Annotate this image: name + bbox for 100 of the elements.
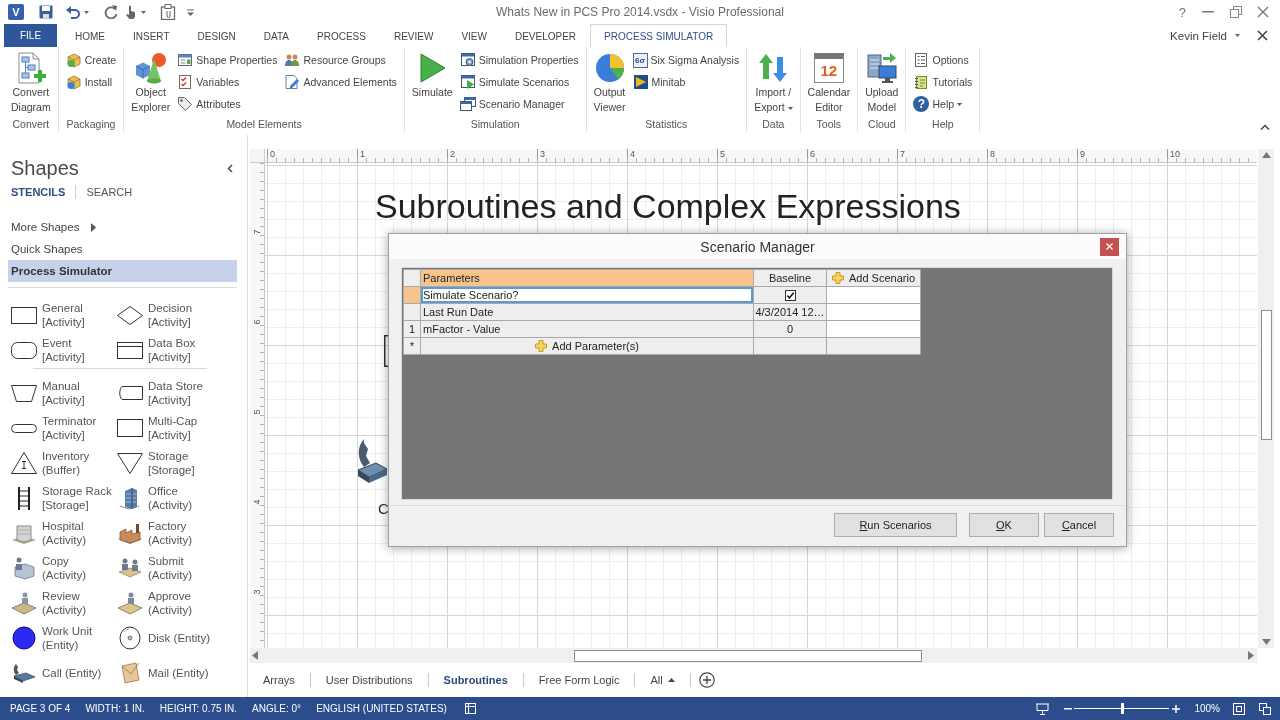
ribbon-tab[interactable]: DEVELOPER: [500, 24, 591, 48]
table-cell[interactable]: 0: [754, 321, 826, 337]
checkbox[interactable]: [784, 289, 796, 301]
switch-windows-icon[interactable]: [1259, 702, 1271, 715]
circle-icon[interactable]: [10, 625, 38, 650]
ribbon-button[interactable]: Simulation Properties: [458, 49, 580, 71]
chevron-left-icon[interactable]: [227, 163, 233, 173]
collapse-ribbon-icon[interactable]: [1260, 124, 1270, 130]
app-logo[interactable]: V: [8, 4, 24, 20]
table-cell[interactable]: mFactor - Value: [421, 321, 753, 337]
shape-label[interactable]: Office (Activity): [148, 483, 193, 512]
dialog-button[interactable]: OK: [969, 513, 1039, 537]
ribbon-button[interactable]: Simulate Scenarios: [458, 71, 580, 93]
fit-page-icon[interactable]: [1233, 702, 1245, 715]
ribbon-button[interactable]: Convert Diagram: [10, 49, 52, 117]
ribbon-button[interactable]: Advanced Elements: [283, 71, 398, 93]
page-tab[interactable]: User Distributions: [310, 670, 428, 690]
stencil-item[interactable]: Process Simulator: [8, 260, 237, 282]
ribbon-button[interactable]: Scenario Manager: [458, 93, 580, 115]
zoom-out-icon[interactable]: [1064, 707, 1073, 710]
shape-label[interactable]: Multi-Cap [Activity]: [148, 413, 198, 442]
shape-label[interactable]: Data Box [Activity]: [148, 335, 196, 364]
ribbon-button[interactable]: Options: [912, 49, 974, 71]
ribbon-button[interactable]: Create: [64, 49, 118, 71]
status-text[interactable]: ENGLISH (UNITED STATES): [316, 703, 447, 714]
scroll-right-icon[interactable]: [1248, 651, 1254, 660]
person-at-desk-icon[interactable]: [116, 590, 144, 615]
save-icon[interactable]: [38, 4, 54, 20]
slider-thumb[interactable]: [1120, 703, 1124, 714]
restore-icon[interactable]: [1230, 6, 1242, 18]
table-cell[interactable]: [827, 321, 920, 337]
shape-label[interactable]: Mail (Entity): [148, 665, 209, 680]
shape-label[interactable]: Call (Entity): [42, 665, 102, 680]
triangle-icon[interactable]: [10, 450, 38, 475]
scroll-left-icon[interactable]: [252, 651, 258, 660]
ribbon-tab[interactable]: DATA: [249, 24, 304, 48]
pane-tab[interactable]: SEARCH: [86, 186, 133, 198]
ribbon-button[interactable]: Import / Export: [753, 49, 794, 117]
shape-label[interactable]: Submit (Activity): [148, 553, 193, 582]
zoom-level[interactable]: 100%: [1194, 703, 1220, 714]
shape-label[interactable]: Inventory (Buffer): [42, 448, 90, 477]
ribbon-button[interactable]: Variables: [176, 71, 279, 93]
table-cell[interactable]: 4/3/2014 12…: [754, 304, 826, 320]
ribbon-tab[interactable]: PROCESS: [303, 24, 380, 48]
scrollbar-thumb[interactable]: [1260, 310, 1272, 440]
shape-label[interactable]: Storage [Storage]: [148, 448, 195, 477]
undo-icon[interactable]: [66, 5, 80, 19]
ribbon-button[interactable]: Object Explorer: [130, 49, 172, 117]
ribbon-tab[interactable]: HOME: [61, 24, 119, 48]
hand-pointer-icon[interactable]: [124, 5, 138, 19]
ribbon-tab[interactable]: DESIGN: [183, 24, 250, 48]
status-text[interactable]: HEIGHT: 0.75 IN.: [159, 703, 238, 714]
ribbon-button[interactable]: Upload Model: [864, 49, 900, 117]
ribbon-tab[interactable]: REVIEW: [379, 24, 448, 48]
scrollbar-thumb[interactable]: [574, 649, 922, 662]
all-pages-button[interactable]: All: [635, 670, 690, 690]
stencil-item[interactable]: Quick Shapes: [8, 238, 237, 260]
shape-label[interactable]: Decision [Activity]: [148, 300, 193, 329]
customize-icon[interactable]: [187, 8, 194, 16]
page-tab[interactable]: Free Form Logic: [523, 670, 635, 690]
shape-label[interactable]: General [Activity]: [42, 300, 85, 329]
vertical-scrollbar[interactable]: [1258, 149, 1274, 648]
zoom-in-icon[interactable]: [1172, 704, 1181, 713]
scroll-down-icon[interactable]: [1261, 639, 1271, 645]
page-tab[interactable]: Arrays: [250, 670, 310, 690]
table-cell[interactable]: [827, 287, 920, 303]
scroll-up-icon[interactable]: [1261, 152, 1271, 158]
shape-label[interactable]: Manual [Activity]: [42, 378, 85, 407]
ribbon-button[interactable]: Resource Groups: [283, 49, 398, 71]
add-page-icon[interactable]: [698, 672, 715, 688]
ribbon-button[interactable]: ? Help: [912, 93, 974, 115]
table-cell[interactable]: [827, 338, 920, 354]
close-icon[interactable]: [1257, 6, 1269, 18]
ribbon-button[interactable]: Simulate: [410, 49, 454, 117]
presentation-icon[interactable]: [1036, 702, 1050, 715]
ribbon-button[interactable]: Install: [64, 71, 118, 93]
shape-label[interactable]: Hospital (Activity): [42, 518, 87, 547]
shape-label[interactable]: Event [Activity]: [42, 335, 85, 364]
ribbon-button[interactable]: Shape Properties: [176, 49, 279, 71]
ribbon-tab[interactable]: INSERT: [119, 24, 184, 48]
ribbon-button[interactable]: Tutorials: [912, 71, 974, 93]
page-tab[interactable]: Subroutines: [428, 670, 523, 690]
user-name[interactable]: Kevin Field: [1170, 29, 1227, 42]
column-header[interactable]: Add Scenario: [827, 270, 920, 286]
shape-label[interactable]: Review (Activity): [42, 588, 87, 617]
shape-label[interactable]: Copy (Activity): [42, 553, 87, 582]
ribbon-tab[interactable]: VIEW: [447, 24, 501, 48]
status-text[interactable]: WIDTH: 1 IN.: [85, 703, 145, 714]
table-icon[interactable]: [464, 703, 476, 714]
shape-label[interactable]: Terminator [Activity]: [42, 413, 97, 442]
status-text[interactable]: ANGLE: 0°: [252, 703, 302, 714]
person-at-desk-icon[interactable]: [10, 590, 38, 615]
redo-icon[interactable]: [104, 5, 118, 19]
ribbon-button[interactable]: Minitab: [631, 71, 741, 93]
add-button[interactable]: Add Parameter(s): [421, 338, 753, 354]
close-icon[interactable]: [1257, 30, 1268, 41]
table-cell[interactable]: [754, 338, 826, 354]
shape-label[interactable]: Disk (Entity): [148, 630, 210, 645]
clipboard-icon[interactable]: [160, 4, 176, 20]
dialog-button[interactable]: Cancel: [1044, 513, 1114, 537]
